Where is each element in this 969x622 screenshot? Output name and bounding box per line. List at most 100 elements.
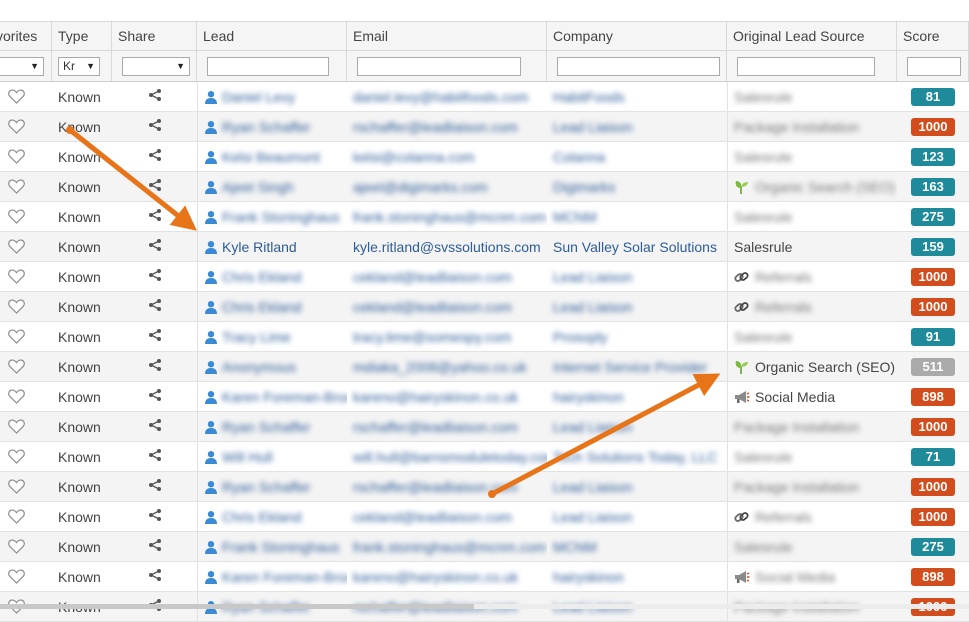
share-icon[interactable]	[148, 238, 162, 255]
company-link[interactable]: Lead Liaison	[553, 509, 632, 525]
table-row[interactable]: Known Kelsi Beaumont kelsi@colanna.com Cola…	[0, 142, 969, 172]
company-link[interactable]: Digimarks	[553, 179, 615, 195]
table-row[interactable]: Known Daniel Levy daniel.levy@habitfoods.c…	[0, 82, 969, 112]
email-link[interactable]: frank.stoninghaus@mcnm.com	[353, 209, 546, 225]
email-link[interactable]: cekland@leadliaison.com	[353, 269, 512, 285]
share-icon[interactable]	[148, 418, 162, 435]
share-icon[interactable]	[148, 568, 162, 585]
share-icon[interactable]	[148, 88, 162, 105]
company-link[interactable]: Tech Solutions Today, LLC	[553, 449, 717, 465]
heart-icon[interactable]	[6, 269, 26, 284]
share-icon[interactable]	[148, 208, 162, 225]
table-row[interactable]: Known Karen Foreman-Brooks kareno@hairyski…	[0, 382, 969, 412]
lead-name-link[interactable]: Anonymous	[222, 359, 296, 375]
share-icon[interactable]	[148, 388, 162, 405]
lead-name-link[interactable]: Frank Stoninghaus	[222, 539, 340, 555]
score-filter-input[interactable]	[907, 56, 961, 76]
company-link[interactable]: Lead Liaison	[553, 299, 632, 315]
heart-icon[interactable]	[6, 89, 26, 104]
source-filter-input[interactable]	[737, 56, 875, 76]
type-filter-select[interactable]: Kr ▼	[58, 56, 100, 76]
email-link[interactable]: rschaffer@leadliaison.com	[353, 419, 518, 435]
share-icon[interactable]	[148, 358, 162, 375]
share-icon[interactable]	[148, 118, 162, 135]
lead-filter-input[interactable]	[207, 56, 329, 76]
table-row[interactable]: Known Tracy Lime tracy.lime@somespy.com Pro…	[0, 322, 969, 352]
column-header-company[interactable]: Company	[547, 22, 727, 50]
lead-name-link[interactable]: Ryan Schaffer	[222, 419, 310, 435]
heart-icon[interactable]	[6, 209, 26, 224]
email-link[interactable]: will.hull@barnsmoduletoday.com	[353, 449, 547, 465]
table-row[interactable]: Known Kyle Ritland kyle.ritland@svssolutio…	[0, 232, 969, 262]
email-link[interactable]: rschaffer@leadliaison.com	[353, 119, 518, 135]
lead-name-link[interactable]: Ryan Schaffer	[222, 119, 310, 135]
email-filter-input[interactable]	[357, 56, 521, 76]
table-row[interactable]: Known Chris Ekland cekland@leadliaison.com…	[0, 292, 969, 322]
share-icon[interactable]	[148, 148, 162, 165]
lead-name-link[interactable]: Chris Ekland	[222, 299, 301, 315]
lead-name-link[interactable]: Will Hull	[222, 449, 273, 465]
company-link[interactable]: HabitFoods	[553, 89, 625, 105]
heart-icon[interactable]	[6, 569, 26, 584]
email-link[interactable]: cekland@leadliaison.com	[353, 299, 512, 315]
lead-name-link[interactable]: Chris Ekland	[222, 269, 301, 285]
lead-name-link[interactable]: Chris Ekland	[222, 509, 301, 525]
heart-icon[interactable]	[6, 479, 26, 494]
heart-icon[interactable]	[6, 509, 26, 524]
table-row[interactable]: Known Frank Stoninghaus frank.stoninghaus@…	[0, 202, 969, 232]
email-link[interactable]: mdiaka_2008@yahoo.co.uk	[353, 359, 527, 375]
share-icon[interactable]	[148, 538, 162, 555]
heart-icon[interactable]	[6, 329, 26, 344]
email-link[interactable]: daniel.levy@habitfoods.com	[353, 89, 528, 105]
column-header-lead[interactable]: Lead	[197, 22, 347, 50]
company-link[interactable]: Internet Service Provider	[553, 359, 707, 375]
company-link[interactable]: hairyskinon	[553, 569, 624, 585]
company-link[interactable]: Lead Liaison	[553, 419, 632, 435]
email-link[interactable]: rschaffer@leadliaison.com	[353, 479, 518, 495]
table-row[interactable]: Known Ryan Schaffer rschaffer@leadliaison.…	[0, 112, 969, 142]
share-icon[interactable]	[148, 508, 162, 525]
table-row[interactable]: Known Ryan Schaffer rschaffer@leadliaison.…	[0, 472, 969, 502]
table-row[interactable]: Known Ryan Schaffer rschaffer@leadliaison.…	[0, 412, 969, 442]
lead-name-link[interactable]: Kyle Ritland	[222, 239, 297, 255]
table-row[interactable]: Known Chris Ekland cekland@leadliaison.com…	[0, 262, 969, 292]
share-icon[interactable]	[148, 328, 162, 345]
table-row[interactable]: Known Chris Ekland cekland@leadliaison.com…	[0, 502, 969, 532]
share-filter-select[interactable]: ▼	[122, 56, 190, 76]
company-link[interactable]: Prosoply	[553, 329, 607, 345]
table-row[interactable]: Known Frank Stoninghaus frank.stoninghaus@…	[0, 532, 969, 562]
lead-name-link[interactable]: Frank Stoninghaus	[222, 209, 340, 225]
company-link[interactable]: MCNM	[553, 539, 597, 555]
share-icon[interactable]	[148, 478, 162, 495]
column-header-share[interactable]: Share	[112, 22, 197, 50]
email-link[interactable]: kelsi@colanna.com	[353, 149, 475, 165]
table-row[interactable]: Known Will Hull will.hull@barnsmoduletoday…	[0, 442, 969, 472]
email-link[interactable]: kareno@hairyskinon.co.uk	[353, 569, 518, 585]
column-header-favorites[interactable]: vorites	[0, 22, 52, 50]
share-icon[interactable]	[148, 298, 162, 315]
heart-icon[interactable]	[6, 299, 26, 314]
email-link[interactable]: kareno@hairyskinon.co.uk	[353, 389, 518, 405]
company-link[interactable]: Lead Liaison	[553, 479, 632, 495]
share-icon[interactable]	[148, 268, 162, 285]
favorites-filter-select[interactable]: ▼	[0, 56, 44, 76]
lead-name-link[interactable]: Tracy Lime	[222, 329, 291, 345]
table-row[interactable]: Known Anonymous mdiaka_2008@yahoo.co.uk Int…	[0, 352, 969, 382]
column-header-email[interactable]: Email	[347, 22, 547, 50]
scrollbar-thumb[interactable]	[0, 604, 474, 609]
company-link[interactable]: Sun Valley Solar Solutions	[553, 239, 717, 255]
email-link[interactable]: frank.stoninghaus@mcnm.com	[353, 539, 546, 555]
heart-icon[interactable]	[6, 179, 26, 194]
lead-name-link[interactable]: Karen Foreman-Brooks	[222, 569, 347, 585]
company-link[interactable]: Lead Liaison	[553, 119, 632, 135]
heart-icon[interactable]	[6, 359, 26, 374]
column-header-original-lead-source[interactable]: Original Lead Source	[727, 22, 897, 50]
lead-name-link[interactable]: Karen Foreman-Brooks	[222, 389, 347, 405]
table-row[interactable]: Known Ajeet Singh ajeet@digimarks.com Digim…	[0, 172, 969, 202]
heart-icon[interactable]	[6, 239, 26, 254]
heart-icon[interactable]	[6, 539, 26, 554]
lead-name-link[interactable]: Ajeet Singh	[222, 179, 294, 195]
heart-icon[interactable]	[6, 119, 26, 134]
heart-icon[interactable]	[6, 149, 26, 164]
share-icon[interactable]	[148, 178, 162, 195]
